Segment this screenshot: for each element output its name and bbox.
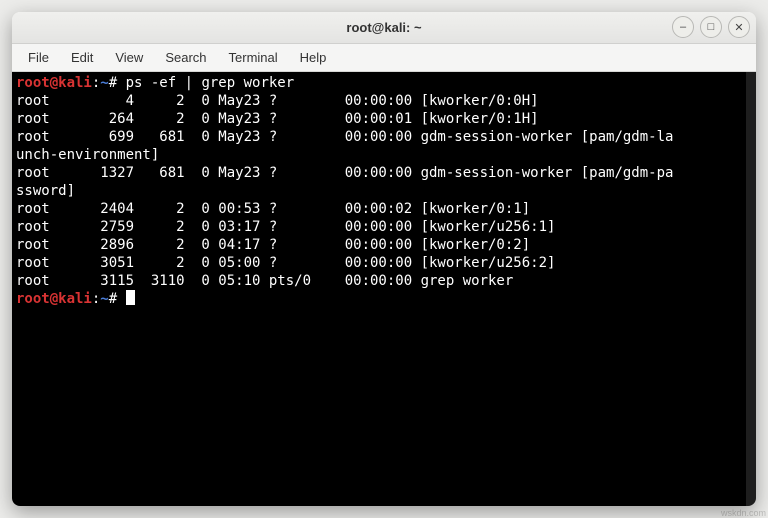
output-line: ssword] <box>16 183 75 199</box>
command-text: ps -ef | grep worker <box>126 75 295 91</box>
output-line: unch-environment] <box>16 147 159 163</box>
output-line: root 2404 2 0 00:53 ? 00:00:02 [kworker/… <box>16 201 530 217</box>
prompt-user: root@kali <box>16 291 92 307</box>
watermark: wskdn.com <box>721 508 766 518</box>
menu-view[interactable]: View <box>105 47 153 68</box>
terminal-window: root@kali: ~ – □ ✕ File Edit View Search… <box>12 12 756 506</box>
menu-search[interactable]: Search <box>155 47 216 68</box>
output-line: root 699 681 0 May23 ? 00:00:00 gdm-sess… <box>16 129 673 145</box>
maximize-button[interactable]: □ <box>700 16 722 38</box>
prompt-hash: # <box>109 75 126 91</box>
output-line: root 1327 681 0 May23 ? 00:00:00 gdm-ses… <box>16 165 673 181</box>
output-line: root 2759 2 0 03:17 ? 00:00:00 [kworker/… <box>16 219 555 235</box>
menu-terminal[interactable]: Terminal <box>219 47 288 68</box>
close-icon: ✕ <box>734 21 743 34</box>
menu-file[interactable]: File <box>18 47 59 68</box>
close-button[interactable]: ✕ <box>728 16 750 38</box>
prompt-hash: # <box>109 291 126 307</box>
cursor <box>126 290 135 305</box>
minimize-icon: – <box>680 21 686 33</box>
scrollbar[interactable] <box>746 72 756 506</box>
output-line: root 3051 2 0 05:00 ? 00:00:00 [kworker/… <box>16 255 555 271</box>
titlebar[interactable]: root@kali: ~ – □ ✕ <box>12 12 756 44</box>
window-title: root@kali: ~ <box>346 20 421 35</box>
output-line: root 3115 3110 0 05:10 pts/0 00:00:00 gr… <box>16 273 513 289</box>
terminal-area[interactable]: root@kali:~# ps -ef | grep worker root 4… <box>12 72 756 506</box>
window-controls: – □ ✕ <box>672 16 750 38</box>
menubar: File Edit View Search Terminal Help <box>12 44 756 72</box>
prompt-user: root@kali <box>16 75 92 91</box>
menu-help[interactable]: Help <box>290 47 337 68</box>
menu-edit[interactable]: Edit <box>61 47 103 68</box>
output-line: root 2896 2 0 04:17 ? 00:00:00 [kworker/… <box>16 237 530 253</box>
prompt-path: ~ <box>100 291 108 307</box>
prompt-path: ~ <box>100 75 108 91</box>
output-line: root 4 2 0 May23 ? 00:00:00 [kworker/0:0… <box>16 93 539 109</box>
maximize-icon: □ <box>708 21 715 33</box>
minimize-button[interactable]: – <box>672 16 694 38</box>
output-line: root 264 2 0 May23 ? 00:00:01 [kworker/0… <box>16 111 539 127</box>
